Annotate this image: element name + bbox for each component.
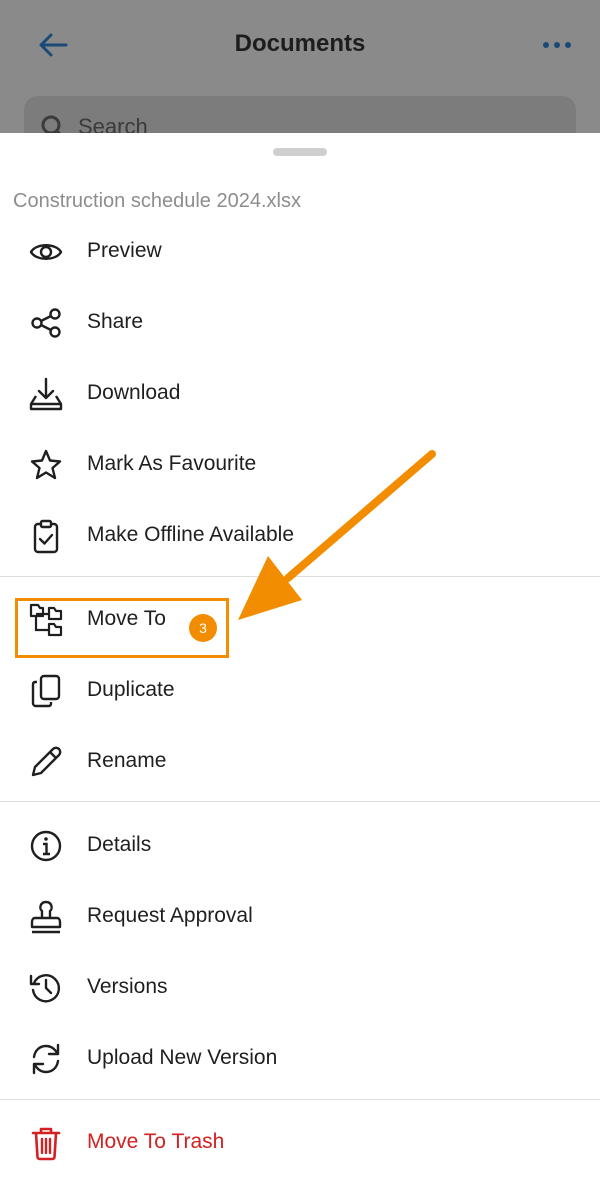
- download-icon: [29, 377, 63, 411]
- menu-item-move-to-trash[interactable]: Move To Trash: [0, 1107, 600, 1177]
- menu-item-preview[interactable]: Preview: [0, 216, 600, 286]
- section-divider: [0, 1099, 600, 1100]
- info-icon: [30, 830, 62, 862]
- menu-item-label: Share: [87, 310, 144, 333]
- menu-item-upload-new-version[interactable]: Upload New Version: [0, 1023, 600, 1093]
- menu-item-rename[interactable]: Rename: [0, 726, 600, 796]
- trash-icon: [31, 1127, 61, 1161]
- section-divider: [0, 801, 600, 802]
- menu-item-label: Download: [87, 381, 181, 404]
- star-icon: [30, 449, 62, 480]
- stamp-icon: [30, 900, 62, 934]
- menu-item-request-approval[interactable]: Request Approval: [0, 881, 600, 951]
- menu-item-label: Preview: [87, 239, 162, 262]
- share-icon: [31, 308, 61, 338]
- menu-item-label: Details: [87, 833, 152, 856]
- pointer-arrow-icon: [238, 450, 436, 620]
- menu-item-label: Request Approval: [87, 904, 253, 927]
- page-title: Documents: [234, 30, 366, 57]
- menu-item-download[interactable]: Download: [0, 358, 600, 428]
- menu-item-label: Upload New Version: [87, 1046, 278, 1069]
- refresh-icon: [32, 1043, 60, 1075]
- more-options-icon[interactable]: [542, 40, 572, 50]
- duplicate-icon: [31, 674, 61, 708]
- menu-item-label: Move To Trash: [87, 1130, 225, 1153]
- menu-item-label: Rename: [87, 749, 167, 772]
- menu-item-share[interactable]: Share: [0, 287, 600, 357]
- pencil-icon: [31, 746, 62, 777]
- sheet-grabber[interactable]: [273, 148, 327, 156]
- menu-item-label: Duplicate: [87, 678, 175, 701]
- history-icon: [29, 974, 61, 1003]
- menu-item-versions[interactable]: Versions: [0, 952, 600, 1022]
- action-sheet: Construction schedule 2024.xlsx Preview …: [0, 133, 600, 1199]
- app-header: Documents: [0, 0, 600, 92]
- file-name: Construction schedule 2024.xlsx: [13, 190, 301, 212]
- clipboard-check-icon: [33, 519, 59, 554]
- eye-icon: [29, 244, 63, 260]
- menu-item-details[interactable]: Details: [0, 810, 600, 880]
- step-badge: 3: [189, 614, 217, 642]
- menu-item-duplicate[interactable]: Duplicate: [0, 655, 600, 725]
- menu-item-label: Versions: [87, 975, 168, 998]
